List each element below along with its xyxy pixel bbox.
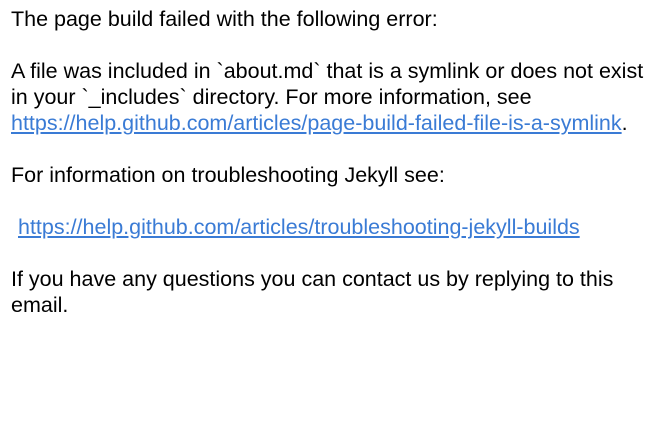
email-body: The page build failed with the following… bbox=[11, 6, 647, 344]
symlink-help-link[interactable]: https://help.github.com/articles/page-bu… bbox=[11, 111, 622, 135]
error-text: A file was included in `about.md` that i… bbox=[11, 59, 644, 109]
troubleshooting-link-paragraph: https://help.github.com/articles/trouble… bbox=[11, 214, 647, 240]
error-text-end: . bbox=[621, 111, 628, 135]
troubleshooting-jekyll-link[interactable]: https://help.github.com/articles/trouble… bbox=[18, 215, 580, 239]
error-message: A file was included in `about.md` that i… bbox=[11, 58, 647, 136]
intro-text: The page build failed with the following… bbox=[11, 7, 438, 31]
troubleshooting-label: For information on troubleshooting Jekyl… bbox=[11, 163, 445, 187]
closing-text: If you have any questions you can contac… bbox=[11, 267, 614, 317]
